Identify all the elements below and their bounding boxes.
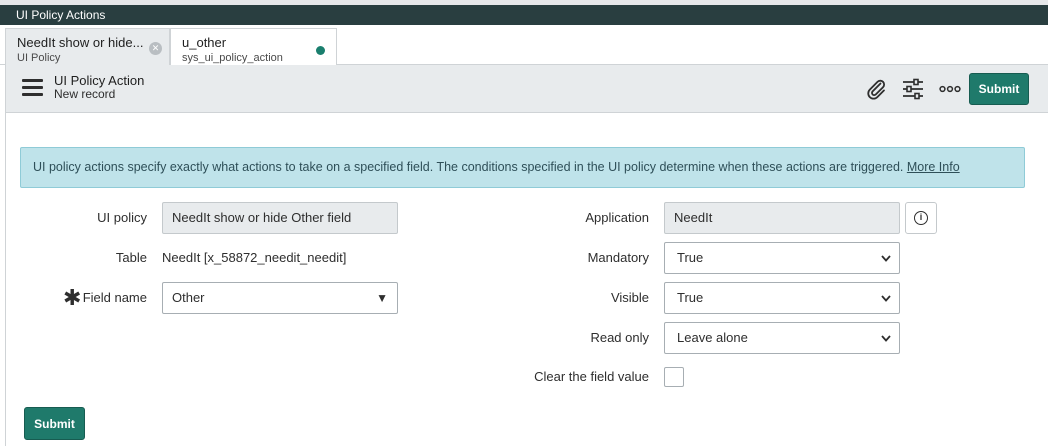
visible-value: True [677, 290, 704, 305]
field-name-select[interactable]: Other ▼ [162, 282, 398, 314]
tab-subtitle: sys_ui_policy_action [182, 52, 283, 64]
tab-title: NeedIt show or hide... [17, 35, 144, 50]
ui-policy-label: UI policy [97, 210, 147, 225]
tab-title: u_other [182, 35, 227, 50]
clear-value-label: Clear the field value [534, 369, 649, 384]
chevron-down-icon [881, 323, 891, 368]
field-name-value: Other [172, 290, 205, 305]
visible-select[interactable]: True [664, 282, 900, 314]
tab-subtitle: UI Policy [17, 52, 61, 64]
close-icon[interactable]: ✕ [149, 42, 162, 55]
menu-icon[interactable] [22, 79, 43, 96]
form-panel: UI Policy Action New record Submit UI po… [5, 65, 1048, 446]
window-title: UI Policy Actions [0, 5, 1048, 25]
tab-strip: NeedIt show or hide... UI Policy ✕ u_oth… [0, 25, 1048, 66]
unsaved-dot-icon [316, 46, 325, 55]
clear-value-checkbox[interactable] [664, 367, 684, 387]
form-title: UI Policy Action [54, 73, 145, 88]
application-label: Application [585, 210, 649, 225]
mandatory-value: True [677, 250, 704, 265]
info-icon: i [914, 211, 928, 225]
read-only-select[interactable]: Leave alone [664, 322, 900, 354]
field-name-label: Field name [82, 290, 147, 305]
form-header: UI Policy Action New record Submit [6, 65, 1048, 113]
header-submit-button[interactable]: Submit [969, 73, 1029, 105]
footer-submit-button[interactable]: Submit [24, 407, 85, 440]
tab-ui-policy[interactable]: NeedIt show or hide... UI Policy ✕ [5, 28, 170, 65]
read-only-value: Leave alone [677, 330, 748, 345]
application-info-button[interactable]: i [905, 202, 937, 234]
table-value: NeedIt [x_58872_needit_needit] [162, 250, 347, 265]
more-options-icon[interactable] [938, 77, 962, 101]
info-message: UI policy actions specify exactly what a… [20, 147, 1025, 188]
mandatory-label: Mandatory [587, 250, 649, 265]
read-only-label: Read only [590, 330, 649, 345]
personalize-sliders-icon[interactable] [901, 77, 925, 101]
paperclip-icon[interactable] [864, 77, 888, 101]
more-info-link[interactable]: More Info [907, 160, 960, 174]
ui-policy-field[interactable]: NeedIt show or hide Other field [162, 202, 398, 234]
triangle-down-icon: ▼ [376, 291, 388, 305]
application-field[interactable]: NeedIt [664, 202, 900, 234]
info-text: UI policy actions specify exactly what a… [33, 160, 904, 174]
table-label: Table [115, 250, 147, 265]
mandatory-select[interactable]: True [664, 242, 900, 274]
tab-ui-policy-action[interactable]: u_other sys_ui_policy_action [170, 28, 337, 66]
form-subtitle: New record [54, 87, 116, 101]
visible-label: Visible [610, 290, 649, 305]
